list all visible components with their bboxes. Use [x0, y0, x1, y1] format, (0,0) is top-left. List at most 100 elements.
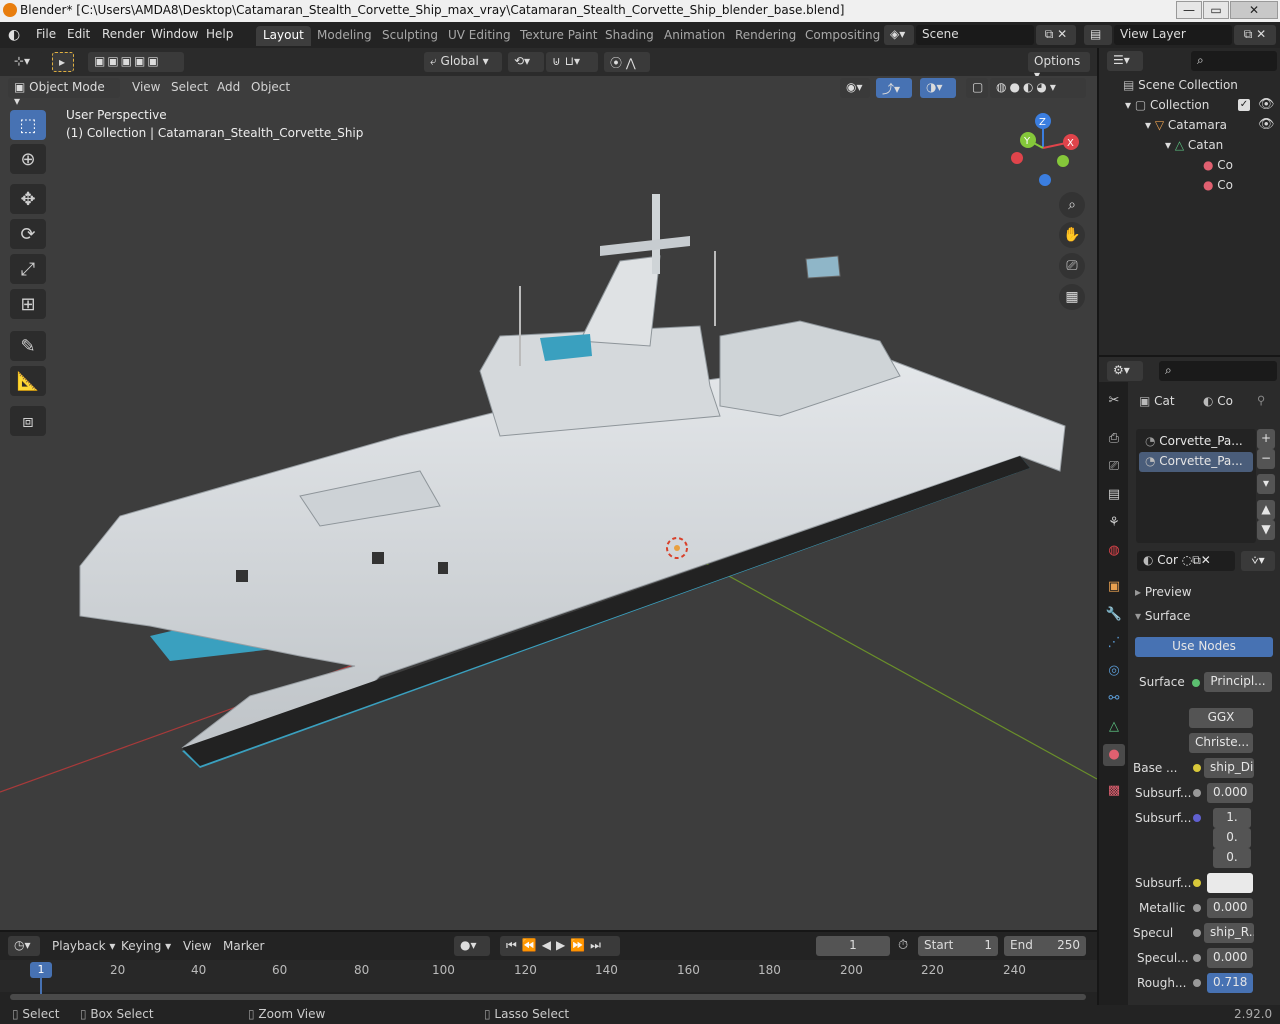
playback-menu[interactable]: Playback ▾ [52, 939, 115, 953]
surface-shader-field[interactable]: Principl... [1204, 672, 1272, 692]
outliner-mesh-data[interactable]: ▾ △ Catan [1165, 138, 1223, 152]
visibility-icon[interactable]: ◉▾ [840, 78, 870, 98]
ortho-grid-icon[interactable]: ▦ [1059, 284, 1085, 310]
tab-rendering[interactable]: Rendering [728, 26, 803, 46]
view-layer-tab-icon[interactable]: ▤ [1103, 484, 1125, 506]
distribution-dropdown[interactable]: GGX [1189, 708, 1253, 728]
close-button[interactable]: ✕ [1230, 1, 1278, 19]
menu-window[interactable]: Window [151, 27, 198, 41]
view-layer-field[interactable]: View Layer [1114, 25, 1232, 45]
measure-tool-icon[interactable]: 📐 [10, 366, 46, 396]
surface-panel-header[interactable]: ▾ Surface [1135, 609, 1191, 623]
material-link-dropdown[interactable]: ⩒▾ [1241, 551, 1275, 571]
menu-render[interactable]: Render [102, 27, 145, 41]
marker-menu[interactable]: Marker [223, 939, 264, 953]
timeline-editor-type-icon[interactable]: ◷▾ [8, 936, 40, 956]
camera-view-icon[interactable]: ⎚ [1059, 253, 1085, 279]
tab-modeling[interactable]: Modeling [310, 26, 379, 46]
object-tab-icon[interactable]: ▣ [1103, 576, 1125, 598]
material-tab-icon[interactable]: ● [1103, 744, 1125, 766]
view-layer-new-button[interactable]: ⧉ ✕ [1234, 25, 1276, 45]
subsurface-radius-z[interactable]: 0. [1213, 848, 1251, 868]
specular-label[interactable]: Specul [1133, 926, 1173, 940]
subsurface-color-swatch[interactable] [1207, 873, 1253, 893]
specular-tint-field[interactable]: 0.000 [1207, 948, 1253, 968]
scene-new-button[interactable]: ⧉ ✕ [1036, 25, 1076, 45]
subsurface-field[interactable]: 0.000 [1207, 783, 1253, 803]
outliner-scene-collection[interactable]: ▤ Scene Collection [1123, 78, 1238, 92]
auto-keying-icon[interactable]: ●▾ [454, 936, 490, 956]
outliner-object-catamaran[interactable]: ▾ ▽ Catamara [1145, 118, 1227, 132]
modifier-tab-icon[interactable]: 🔧 [1103, 604, 1125, 626]
minimize-button[interactable]: — [1176, 1, 1202, 19]
overlay-toggle-icon[interactable]: ◑▾ [920, 78, 956, 98]
tool-tab-icon[interactable]: ✂ [1103, 390, 1125, 412]
slot-move-down-button[interactable]: ▼ [1257, 520, 1275, 540]
start-frame-field[interactable]: Start 1 [918, 936, 998, 956]
scene-selector-icon[interactable]: ◈▾ [884, 25, 914, 45]
transform-tool-icon[interactable]: ⊞ [10, 289, 46, 319]
collection-visibility-eye-icon[interactable]: 👁 [1258, 97, 1275, 112]
menu-view[interactable]: View [132, 80, 160, 94]
annotate-tool-icon[interactable]: ✎ [10, 331, 46, 361]
material-slot-2[interactable]: ◔ Corvette_Pa... [1139, 452, 1253, 472]
mesh-data-tab-icon[interactable]: △ [1103, 716, 1125, 738]
tab-compositing[interactable]: Compositing [798, 26, 887, 46]
zoom-icon[interactable]: ⌕ [1059, 192, 1085, 218]
gizmo-toggle-icon[interactable]: ⤴▾ [876, 78, 912, 98]
transform-orientation-dropdown[interactable]: ⤶ Global ▾ [424, 52, 502, 72]
slot-specials-button[interactable]: ▾ [1257, 474, 1275, 494]
menu-object[interactable]: Object [251, 80, 290, 94]
timeline-view-menu[interactable]: View [183, 939, 211, 953]
tab-uv-editing[interactable]: UV Editing [441, 26, 518, 46]
cursor-tool-icon[interactable]: ⊕ [10, 144, 46, 174]
menu-add[interactable]: Add [217, 80, 240, 94]
specular-texture-field[interactable]: ship_R... [1204, 923, 1254, 943]
pan-hand-icon[interactable]: ✋ [1059, 222, 1085, 248]
outliner-search-input[interactable]: ⌕ [1191, 51, 1277, 71]
add-slot-button[interactable]: + [1257, 429, 1275, 449]
tab-layout[interactable]: Layout [256, 26, 311, 46]
subsurface-method-dropdown[interactable]: Christe... [1189, 733, 1253, 753]
properties-search-input[interactable]: ⌕ [1159, 361, 1277, 381]
tab-sculpting[interactable]: Sculpting [375, 26, 445, 46]
preview-panel-header[interactable]: ▸ Preview [1135, 585, 1192, 599]
proportional-edit-icon[interactable]: ⦿ ⋀ [604, 52, 650, 72]
pin-icon[interactable]: ⚲ [1257, 393, 1265, 407]
selection-mode-buttons[interactable]: ▣▣▣▣▣ [88, 52, 184, 72]
move-tool-icon[interactable]: ✥ [10, 184, 46, 214]
scale-tool-icon[interactable]: ⤢ [10, 254, 46, 284]
shading-mode-buttons[interactable]: ◍●◐◕▾ [990, 78, 1086, 98]
snap-icon[interactable]: ⊍ ⊔▾ [546, 52, 598, 72]
tab-animation[interactable]: Animation [657, 26, 732, 46]
subsurface-radius-y[interactable]: 0. [1213, 828, 1251, 848]
editor-type-icon[interactable]: ⊹▾ [8, 52, 44, 72]
object-visibility-eye-icon[interactable]: 👁 [1258, 117, 1275, 132]
mode-dropdown[interactable]: ▣ Object Mode ▾ [8, 78, 120, 108]
world-tab-icon[interactable]: ◍ [1103, 540, 1125, 562]
end-frame-field[interactable]: End 250 [1004, 936, 1086, 956]
outliner-collection[interactable]: ▾ ▢ Collection [1125, 98, 1209, 112]
material-slot-1[interactable]: ◔ Corvette_Pa... [1139, 432, 1253, 452]
particles-tab-icon[interactable]: ⋰ [1103, 632, 1125, 654]
playhead-frame[interactable]: 1 [30, 962, 52, 978]
material-name-field[interactable]: ◐ Cor ◌⧉✕ [1137, 551, 1235, 571]
menu-help[interactable]: Help [206, 27, 233, 41]
select-box-tool-icon[interactable]: ⬚ [10, 110, 46, 140]
view-layer-icon[interactable]: ▤ [1084, 25, 1112, 45]
subsurface-radius-x[interactable]: 1. [1213, 808, 1251, 828]
select-tool-icon[interactable]: ▸ [52, 52, 74, 72]
menu-select[interactable]: Select [171, 80, 208, 94]
base-color-label[interactable]: Base ... [1133, 761, 1177, 775]
use-nodes-button[interactable]: Use Nodes [1135, 637, 1273, 657]
timeline-scrollbar[interactable] [10, 994, 1086, 1000]
pivot-point-icon[interactable]: ⟲▾ [508, 52, 544, 72]
3d-viewport[interactable]: Z X Y User Perspective (1) Collection | … [0, 76, 1097, 930]
add-cube-tool-icon[interactable]: ⧈ [10, 406, 46, 436]
menu-edit[interactable]: Edit [67, 27, 90, 41]
outliner-material-2[interactable]: ● Co [1203, 178, 1233, 192]
remove-slot-button[interactable]: − [1257, 449, 1275, 469]
maximize-button[interactable]: ▭ [1203, 1, 1229, 19]
output-tab-icon[interactable]: ⎚ [1103, 456, 1125, 478]
scene-name-field[interactable]: Scene [916, 25, 1034, 45]
